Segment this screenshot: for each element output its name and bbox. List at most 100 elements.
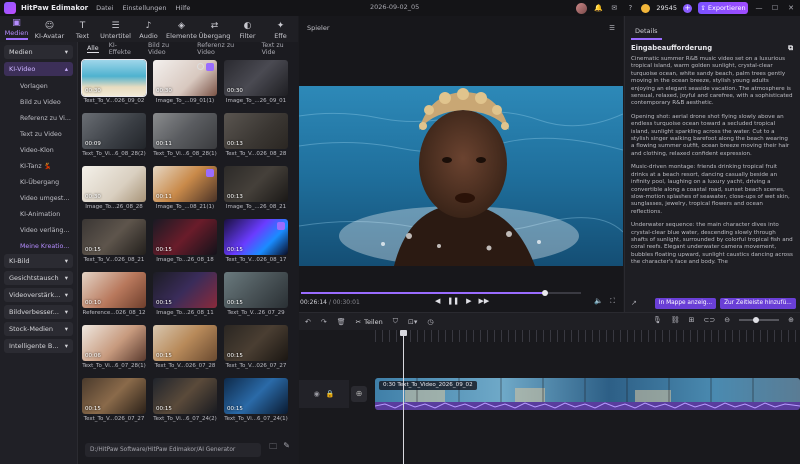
playback-scrubber[interactable] bbox=[301, 290, 581, 296]
minimize-icon[interactable]: — bbox=[754, 3, 764, 13]
volume-icon[interactable]: 🔈 bbox=[594, 297, 603, 306]
media-thumbnail[interactable]: 00:10 bbox=[82, 272, 146, 308]
menu-datei[interactable]: Datei bbox=[96, 4, 113, 12]
media-thumbnail[interactable]: 00:15 bbox=[224, 325, 288, 361]
filter-tab[interactable]: Alle bbox=[87, 45, 99, 53]
tool-effe[interactable]: ✦ Effe bbox=[264, 18, 297, 42]
video-preview[interactable] bbox=[299, 86, 623, 266]
next-frame-icon[interactable]: ▶ bbox=[466, 297, 471, 305]
zoom-in-icon[interactable]: ⊕ bbox=[788, 316, 794, 324]
maximize-icon[interactable]: ☐ bbox=[770, 3, 780, 13]
zoom-slider[interactable] bbox=[739, 317, 780, 323]
crop-icon[interactable]: ⊡▾ bbox=[408, 318, 417, 326]
media-item[interactable]: 00:15 Text_To_V...026_08_17 bbox=[224, 219, 288, 263]
lock-icon[interactable]: 🔒 bbox=[326, 390, 335, 398]
folder-icon[interactable]: 🗀 bbox=[269, 441, 277, 455]
menu-hilfe[interactable]: Hilfe bbox=[176, 4, 191, 12]
tool-elemente[interactable]: ◈ Elemente bbox=[165, 18, 198, 42]
media-thumbnail[interactable]: 00:11 bbox=[153, 113, 217, 149]
media-thumbnail[interactable]: 00:15 bbox=[82, 219, 146, 255]
add-credits-button[interactable]: + bbox=[683, 3, 692, 13]
sidebar-item[interactable]: Vorlagen bbox=[0, 78, 77, 94]
menu-icon[interactable]: ☰ bbox=[609, 24, 615, 32]
add-to-timeline-button[interactable]: Zur Zeitleiste hinzufü... bbox=[720, 297, 796, 309]
close-icon[interactable]: ✕ bbox=[786, 3, 796, 13]
playhead[interactable] bbox=[400, 330, 407, 464]
snap-icon[interactable]: ⊞ bbox=[689, 316, 695, 324]
sidebar-group[interactable]: Videoverstärk... ▾ bbox=[4, 288, 73, 302]
menu-einstellungen[interactable]: Einstellungen bbox=[122, 4, 166, 12]
show-in-folder-button[interactable]: In Mappe anzeig... bbox=[654, 297, 717, 309]
fast-forward-icon[interactable]: ▶▶ bbox=[479, 297, 490, 305]
share-icon[interactable]: ↗ bbox=[631, 299, 637, 307]
redo-icon[interactable]: ↷ bbox=[321, 318, 327, 326]
timeline-ruler[interactable] bbox=[375, 330, 800, 342]
media-thumbnail[interactable]: 00:15 bbox=[224, 219, 288, 255]
timeline-area[interactable]: ◉ 🔒 ⊕ 0:30 Text_To_Video_2026_09_02 bbox=[299, 330, 800, 464]
media-item[interactable]: 00:10 Reference...026_08_12 bbox=[82, 272, 146, 316]
media-thumbnail[interactable]: 00:15 bbox=[153, 219, 217, 255]
media-item[interactable]: 00:15 Image_To...26_08_18 bbox=[153, 219, 217, 263]
sidebar-group[interactable]: KI-Bild ▾ bbox=[4, 254, 73, 268]
media-item[interactable]: 00:13 Text_To_V...026_08_28 bbox=[224, 113, 288, 157]
help-icon[interactable]: ? bbox=[625, 3, 635, 13]
media-item[interactable]: 00:30 Image_To_...26_09_01 bbox=[224, 60, 288, 104]
undo-icon[interactable]: ↶ bbox=[305, 318, 311, 326]
media-thumbnail[interactable]: 00:09 bbox=[82, 113, 146, 149]
media-item[interactable]: 00:15 Text_To_V...026_07_27 bbox=[82, 378, 146, 422]
media-thumbnail[interactable]: 00:15 bbox=[153, 272, 217, 308]
sidebar-item[interactable]: Referenz zu Vi... bbox=[0, 110, 77, 126]
speed-icon[interactable]: ◷ bbox=[427, 318, 433, 326]
media-item[interactable]: 00:15 Text_To_V...026_07_28 bbox=[153, 325, 217, 369]
media-item[interactable]: 00:06 Text_To_Vi...6_07_28(1) bbox=[82, 325, 146, 369]
tool-medien[interactable]: ▣ Medien bbox=[0, 18, 33, 42]
media-thumbnail[interactable]: 00:06 bbox=[82, 325, 146, 361]
sidebar-item[interactable]: KI-Übergang bbox=[0, 174, 77, 190]
shield-icon[interactable]: ⛉ bbox=[393, 317, 398, 326]
media-thumbnail[interactable]: 00:15 bbox=[153, 378, 217, 414]
sidebar-item[interactable]: Video verläng... bbox=[0, 222, 77, 238]
prompt-text-area[interactable]: Eingabeaufforderung ⧉ Cinematic summer R… bbox=[629, 44, 795, 288]
eye-icon[interactable]: ◉ bbox=[314, 390, 320, 398]
media-item[interactable]: 00:30 Text_To_V...026_09_02 bbox=[81, 59, 147, 104]
sidebar-group[interactable]: Gesichtstausch ▾ bbox=[4, 271, 73, 285]
filter-tab[interactable]: KI-Effekte bbox=[109, 42, 138, 56]
media-item[interactable]: 00:30 Image_To...26_08_28 bbox=[82, 166, 146, 210]
tab-details[interactable]: Details bbox=[631, 27, 662, 40]
media-item[interactable]: 00:30 Image_To_...09_01(1) bbox=[153, 60, 217, 104]
sidebar-medien[interactable]: Medien ▾ bbox=[4, 45, 73, 59]
sidebar-item[interactable]: Video-Klon bbox=[0, 142, 77, 158]
select-circle-icon[interactable] bbox=[197, 63, 204, 70]
media-item[interactable]: 00:11 Image_To_...08_21(1) bbox=[153, 166, 217, 210]
tool-text[interactable]: T Text bbox=[66, 18, 99, 42]
media-thumbnail[interactable]: 00:30 bbox=[82, 166, 146, 202]
tool-audio[interactable]: ♪ Audio bbox=[132, 18, 165, 42]
media-thumbnail[interactable]: 00:13 bbox=[224, 166, 288, 202]
tool-untertitel[interactable]: ☰ Untertitel bbox=[99, 18, 132, 42]
sidebar-group[interactable]: Stock-Medien ▾ bbox=[4, 322, 73, 336]
sidebar-item[interactable]: Video umgest... bbox=[0, 190, 77, 206]
export-button[interactable]: ⇪ Exportieren bbox=[698, 2, 748, 14]
media-thumbnail[interactable]: 00:30 bbox=[153, 60, 217, 96]
media-item[interactable]: 00:15 Text_To_V...26_07_29 bbox=[224, 272, 288, 316]
filter-tab[interactable]: Text zu Vide bbox=[262, 42, 298, 56]
sidebar-item[interactable]: KI-Animation bbox=[0, 206, 77, 222]
media-item[interactable]: 00:09 Text_To_Vi...6_08_28(2) bbox=[82, 113, 146, 157]
tool--bergang[interactable]: ⇄ Übergang bbox=[198, 18, 231, 42]
media-item[interactable]: 00:15 Text_To_Vi...6_07_24(1) bbox=[224, 378, 288, 422]
media-thumbnail[interactable]: 00:15 bbox=[224, 378, 288, 414]
pause-icon[interactable]: ❚❚ bbox=[447, 297, 459, 305]
copy-icon[interactable]: ⧉ bbox=[788, 44, 793, 53]
media-thumbnail[interactable]: 00:30 bbox=[81, 59, 147, 97]
sidebar-group[interactable]: Intelligente B... ▾ bbox=[4, 339, 73, 353]
media-thumbnail[interactable]: 00:11 bbox=[153, 166, 217, 202]
media-thumbnail[interactable]: 00:13 bbox=[224, 113, 288, 149]
filter-tab[interactable]: Bild zu Video bbox=[148, 42, 187, 56]
link-icon[interactable]: ⛓ bbox=[671, 316, 680, 324]
filter-tab[interactable]: Referenz zu Video bbox=[197, 42, 251, 56]
edit-icon[interactable]: ✎ bbox=[283, 441, 290, 455]
zoom-handle[interactable] bbox=[753, 317, 760, 323]
message-icon[interactable]: ✉ bbox=[609, 3, 619, 13]
media-item[interactable]: 00:11 Text_To_Vi...6_08_28(1) bbox=[153, 113, 217, 157]
scrubber-handle[interactable] bbox=[541, 290, 548, 296]
